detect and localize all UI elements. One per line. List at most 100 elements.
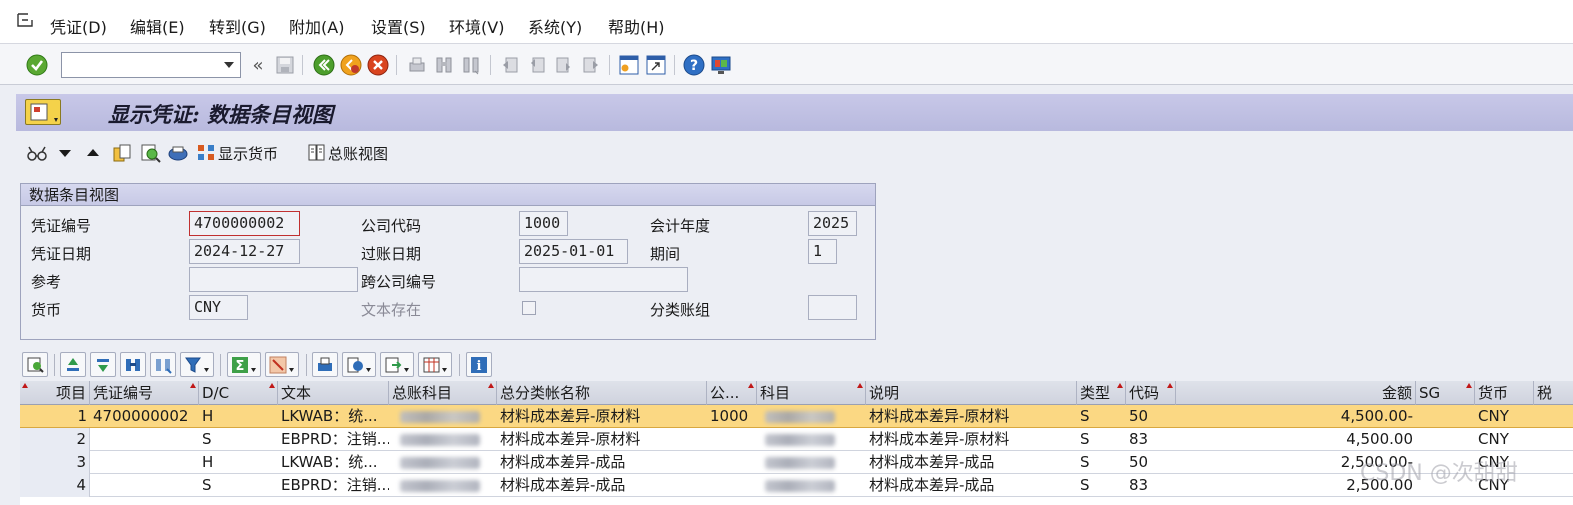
cell-item: 3 <box>20 451 90 474</box>
cell-dc: S <box>202 476 212 494</box>
menu-system[interactable]: 系统(Y) <box>528 14 582 38</box>
blurred-gl-account <box>400 411 480 423</box>
document-overview-icon[interactable] <box>139 142 161 164</box>
cell-description: 材料成本差异-原材料 <box>869 430 1010 448</box>
col-header-code[interactable]: 代码 <box>1126 381 1176 405</box>
subtotal-icon[interactable] <box>265 352 299 377</box>
menu-document[interactable]: 凭证(D) <box>50 14 107 38</box>
print-document-icon[interactable] <box>167 142 189 164</box>
col-header-description[interactable]: 说明 <box>866 381 1077 405</box>
next-page-icon[interactable] <box>552 53 576 77</box>
menu-settings[interactable]: 设置(S) <box>371 14 426 38</box>
find-next-icon[interactable] <box>459 53 483 77</box>
company-code-field[interactable]: 1000 <box>519 211 568 236</box>
customize-layout-icon[interactable] <box>709 53 733 77</box>
find-next-grid-icon[interactable] <box>150 352 176 377</box>
display-glasses-icon[interactable] <box>26 142 48 164</box>
cell-doc-number: 4700000002 <box>93 407 189 425</box>
ledger-group-label: 分类账组 <box>650 301 711 319</box>
menu-help[interactable]: 帮助(H) <box>608 14 665 38</box>
change-layout-icon[interactable] <box>418 352 452 377</box>
col-header-amount[interactable]: 金额 <box>1176 381 1416 405</box>
ledger-view-button[interactable]: 总账视图 <box>306 142 388 164</box>
filter-icon[interactable] <box>180 352 214 377</box>
transaction-menu-icon[interactable] <box>25 99 61 125</box>
ledger-group-field[interactable] <box>808 295 857 320</box>
table-row[interactable]: 2 S EBPRD：注销... 材料成本差异-原材料 材料成本差异-原材料 S … <box>20 428 1573 451</box>
document-header-box: 数据条目视图 凭证编号 4700000002 公司代码 1000 会计年度 20… <box>20 183 876 340</box>
last-page-icon[interactable] <box>579 53 603 77</box>
col-header-type[interactable]: 类型 <box>1077 381 1126 405</box>
menu-edit[interactable]: 编辑(E) <box>130 14 185 38</box>
system-menu-icon[interactable] <box>16 12 34 30</box>
table-row[interactable]: 1 4700000002 H LKWAB：统... 材料成本差异-原材料 100… <box>20 405 1573 428</box>
doc-date-field[interactable]: 2024-12-27 <box>189 239 300 264</box>
blurred-gl-account <box>400 457 480 469</box>
back-arrows-icon[interactable]: « <box>246 53 270 77</box>
sort-ascending-icon[interactable] <box>60 352 86 377</box>
col-header-account[interactable]: 科目 <box>757 381 866 405</box>
currency-field[interactable]: CNY <box>189 295 248 320</box>
chevron-down-icon[interactable] <box>224 62 234 68</box>
cell-type: S <box>1080 407 1090 425</box>
show-currency-label: 显示货币 <box>218 144 279 163</box>
find-icon[interactable] <box>432 53 456 77</box>
svg-text:Σ: Σ <box>236 359 245 374</box>
col-header-tax[interactable]: 税 <box>1534 381 1573 405</box>
col-header-gl-name[interactable]: 总分类帐名称 <box>497 381 707 405</box>
col-header-gl-account[interactable]: 总账科目 <box>389 381 497 405</box>
cancel-icon[interactable] <box>366 53 390 77</box>
menu-environment[interactable]: 环境(V) <box>449 14 504 38</box>
find-grid-icon[interactable] <box>120 352 146 377</box>
cell-type: S <box>1080 430 1090 448</box>
info-icon[interactable]: i <box>466 352 492 377</box>
blurred-account <box>765 411 835 423</box>
exit-icon[interactable] <box>339 53 363 77</box>
back-icon[interactable] <box>312 53 336 77</box>
table-row[interactable]: 4 S EBPRD：注销... 材料成本差异-成品 材料成本差异-成品 S 83… <box>20 474 1573 497</box>
print-preview-icon[interactable] <box>312 352 338 377</box>
menu-goto[interactable]: 转到(G) <box>209 14 266 38</box>
col-header-item[interactable]: 项目 <box>20 381 90 405</box>
shortcut-icon[interactable] <box>644 53 668 77</box>
show-currency-button[interactable]: 显示货币 <box>196 142 278 164</box>
posting-date-label: 过账日期 <box>361 245 422 263</box>
alv-toolbar: Σ i <box>20 350 1573 380</box>
cell-doc-number <box>90 428 199 451</box>
text-exists-checkbox[interactable] <box>522 301 536 315</box>
fiscal-year-field[interactable]: 2025 <box>808 211 857 236</box>
other-document-icon[interactable] <box>111 142 133 164</box>
col-header-currency[interactable]: 货币 <box>1475 381 1534 405</box>
table-row[interactable]: 3 H LKWAB：统... 材料成本差异-成品 材料成本差异-成品 S 50 … <box>20 451 1573 474</box>
next-document-icon[interactable] <box>85 142 101 164</box>
posting-date-field[interactable]: 2025-01-01 <box>519 239 628 264</box>
cell-sg <box>1416 428 1475 451</box>
new-session-icon[interactable] <box>617 53 641 77</box>
col-header-dc[interactable]: D/C <box>199 381 278 405</box>
standard-toolbar: « ? <box>0 44 1573 85</box>
prev-page-icon[interactable] <box>525 53 549 77</box>
cross-company-field[interactable] <box>519 267 688 292</box>
col-header-doc-number[interactable]: 凭证编号 <box>90 381 199 405</box>
details-icon[interactable] <box>22 352 48 377</box>
menu-extras[interactable]: 附加(A) <box>289 14 344 38</box>
col-header-text[interactable]: 文本 <box>278 381 389 405</box>
first-page-icon[interactable] <box>498 53 522 77</box>
cell-code: 50 <box>1129 407 1149 425</box>
check-icon[interactable] <box>25 53 49 77</box>
command-field[interactable] <box>61 52 241 78</box>
watermark: CSDN @次甜甜 <box>1360 461 1518 486</box>
reference-field[interactable] <box>189 267 358 292</box>
period-field[interactable]: 1 <box>808 239 837 264</box>
save-icon[interactable] <box>273 53 297 77</box>
total-icon[interactable]: Σ <box>227 352 261 377</box>
views-icon[interactable] <box>342 352 376 377</box>
doc-number-field[interactable]: 4700000002 <box>189 211 300 236</box>
previous-document-icon[interactable] <box>57 142 73 164</box>
sort-descending-icon[interactable] <box>90 352 116 377</box>
col-header-sg[interactable]: SG <box>1416 381 1475 405</box>
col-header-company[interactable]: 公... <box>707 381 757 405</box>
help-icon[interactable]: ? <box>682 53 706 77</box>
export-icon[interactable] <box>380 352 414 377</box>
print-icon[interactable] <box>405 53 429 77</box>
